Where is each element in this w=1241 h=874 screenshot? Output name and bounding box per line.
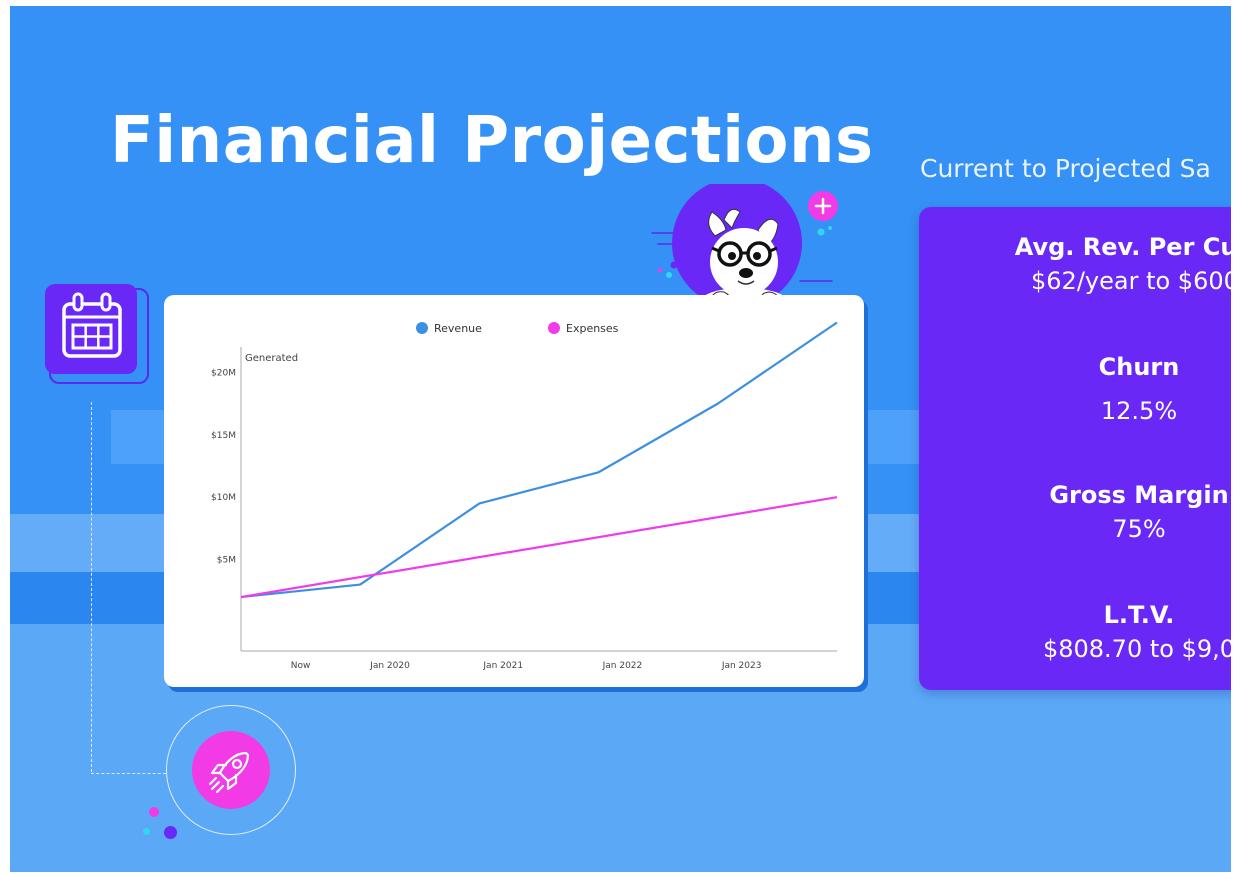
legend-label: Revenue — [434, 322, 482, 335]
chart-card: Generated $5M $10M $15M $20M Now Jan 2020 Jan 2… — [164, 295, 864, 687]
y-tick-label: $10M — [211, 493, 236, 503]
x-tick-label: Jan 2020 — [369, 661, 410, 671]
rocket-icon — [208, 751, 250, 794]
metric-label-ltv: L.T.V. — [1103, 601, 1175, 629]
metric-value-gross-margin: 75% — [1112, 515, 1166, 543]
metric-value-churn: 12.5% — [1100, 397, 1178, 425]
decor-dot-purple — [164, 826, 177, 839]
metric-label-avg-rev: Avg. Rev. Per Cust — [1014, 233, 1231, 261]
section-subtitle: Current to Projected Sa — [920, 154, 1211, 183]
line-chart: Generated $5M $10M $15M $20M Now Jan 2020 Jan 2… — [211, 321, 838, 671]
plus-icon — [808, 191, 838, 221]
series-line-expenses — [240, 496, 838, 599]
metrics-panel: Avg. Rev. Per Cust $62/year to $600/ Chu… — [919, 207, 1231, 690]
decor-dot-cyan — [143, 828, 150, 835]
metric-value-avg-rev: $62/year to $600/ — [1031, 267, 1231, 295]
dog-mascot — [640, 178, 840, 312]
series-line-revenue — [240, 321, 838, 599]
legend-marker — [548, 322, 560, 334]
decor-dot-pink — [149, 807, 159, 817]
metric-label-gross-margin: Gross Margin — [1049, 481, 1229, 509]
calendar-tile — [45, 284, 137, 374]
y-tick-label: $15M — [211, 431, 236, 441]
dashed-connector-horizontal — [91, 773, 166, 774]
y-tick-label: $5M — [217, 556, 236, 566]
x-tick-label: Jan 2022 — [602, 661, 643, 671]
x-tick-label: Now — [291, 661, 311, 671]
rocket-badge — [192, 731, 270, 809]
metric-value-ltv: $808.70 to $9,0 — [1042, 635, 1231, 663]
y-tick-label: $20M — [211, 368, 236, 378]
calendar-icon — [62, 292, 122, 358]
x-tick-label: Jan 2021 — [482, 661, 523, 671]
slide-canvas: Financial Projections Current to Project… — [10, 6, 1231, 872]
y-axis-label: Generated — [245, 353, 298, 364]
dashed-connector-vertical — [91, 402, 92, 772]
metric-label-churn: Churn — [1098, 353, 1180, 381]
legend-marker — [416, 322, 428, 334]
page-title: Financial Projections — [110, 104, 874, 178]
x-tick-label: Jan 2023 — [721, 661, 762, 671]
legend-label: Expenses — [566, 322, 619, 335]
